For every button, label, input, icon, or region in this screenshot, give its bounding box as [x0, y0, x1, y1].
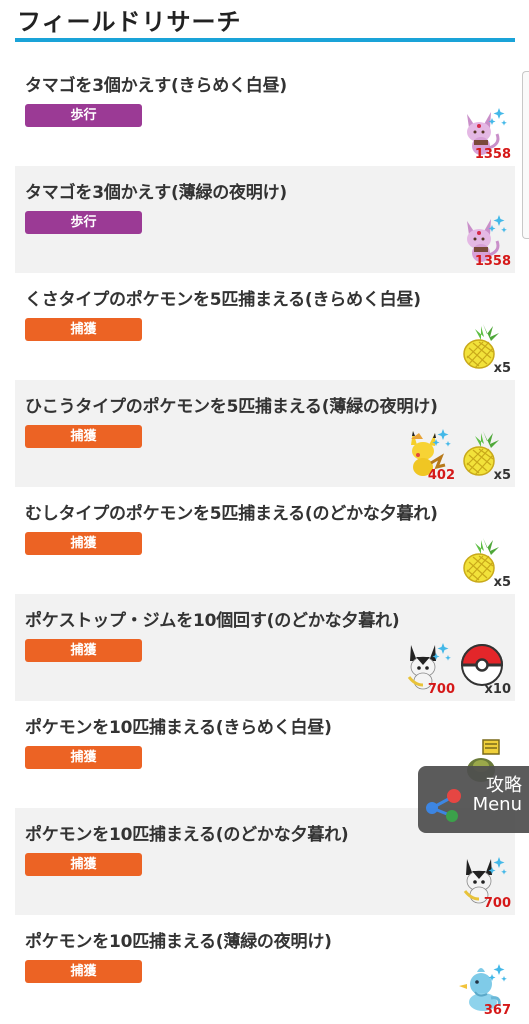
- task-title: ポケストップ・ジムを10個回す(のどかな夕暮れ): [25, 611, 400, 631]
- reward-list: x5: [457, 534, 511, 590]
- task-type-badge: 歩行: [25, 104, 142, 127]
- reward-list: 1358: [457, 213, 511, 269]
- guide-menu-label: 攻略 Menu: [473, 776, 522, 814]
- reward-list: x5: [457, 320, 511, 376]
- task-type-badge: 捕獲: [25, 960, 142, 983]
- pinap-berry-icon: x5: [457, 534, 511, 590]
- espeon-icon: 1358: [457, 213, 511, 269]
- task-type-badge: 歩行: [25, 211, 142, 234]
- reward-list: 700: [457, 855, 511, 911]
- page-header: フィールドリサーチ: [15, 0, 515, 42]
- task-type-badge: 捕獲: [25, 853, 142, 876]
- reward-count: 1358: [474, 147, 511, 162]
- task-type-badge: 捕獲: [25, 425, 142, 448]
- task-row[interactable]: ポケストップ・ジムを10個回す(のどかな夕暮れ) 捕獲 700 x10: [15, 594, 515, 701]
- reward-count: 700: [427, 682, 455, 697]
- reward-count: x5: [493, 361, 511, 376]
- guide-menu-line1: 攻略: [486, 775, 522, 796]
- task-title: むしタイプのポケモンを5匹捕まえる(のどかな夕暮れ): [25, 504, 438, 524]
- task-type-badge: 捕獲: [25, 318, 142, 341]
- task-type-badge: 捕獲: [25, 639, 142, 662]
- reward-count: x10: [484, 682, 511, 697]
- task-row[interactable]: タマゴを3個かえす(きらめく白昼) 歩行 1358: [15, 59, 515, 166]
- reward-list: 1358: [457, 106, 511, 162]
- reward-count: 367: [483, 1003, 511, 1018]
- reward-list: 367: [457, 962, 511, 1018]
- reward-list: 700 x10: [401, 641, 511, 697]
- emolga-icon: 700: [457, 855, 511, 911]
- task-list: タマゴを3個かえす(きらめく白昼) 歩行 1358 タマゴを3個かえす(薄緑の夜…: [15, 59, 515, 1022]
- guide-menu-line2: Menu: [472, 794, 522, 815]
- share-nodes-icon: [426, 789, 461, 822]
- task-row[interactable]: ひこうタイプのポケモンを5匹捕まえる(薄緑の夜明け) 捕獲 402 x5: [15, 380, 515, 487]
- task-title: タマゴを3個かえす(きらめく白昼): [25, 76, 287, 96]
- task-type-badge: 捕獲: [25, 532, 142, 555]
- reward-count: 700: [483, 896, 511, 911]
- reward-list: 402 x5: [401, 427, 511, 483]
- emolga-icon: 700: [401, 641, 455, 697]
- task-title: くさタイプのポケモンを5匹捕まえる(きらめく白昼): [25, 290, 421, 310]
- task-row[interactable]: くさタイプのポケモンを5匹捕まえる(きらめく白昼) 捕獲 x5: [15, 273, 515, 380]
- pikachu-icon: 402: [401, 427, 455, 483]
- reward-count: x5: [493, 468, 511, 483]
- task-row[interactable]: ポケモンを10匹捕まえる(薄緑の夜明け) 捕獲 367: [15, 915, 515, 1022]
- page-title: フィールドリサーチ: [17, 8, 242, 36]
- pinap-berry-icon: x5: [457, 320, 511, 376]
- task-title: ひこうタイプのポケモンを5匹捕まえる(薄緑の夜明け): [25, 397, 438, 417]
- task-row[interactable]: むしタイプのポケモンを5匹捕まえる(のどかな夕暮れ) 捕獲 x5: [15, 487, 515, 594]
- task-title: ポケモンを10匹捕まえる(薄緑の夜明け): [25, 932, 332, 952]
- reward-count: 402: [427, 468, 455, 483]
- task-row[interactable]: タマゴを3個かえす(薄緑の夜明け) 歩行 1358: [15, 166, 515, 273]
- reward-count: 1358: [474, 254, 511, 269]
- poke-ball-icon: x10: [457, 641, 511, 697]
- pinap-berry-icon: x5: [457, 427, 511, 483]
- side-drawer-handle[interactable]: [522, 71, 529, 239]
- guide-menu-button[interactable]: 攻略 Menu: [418, 766, 529, 833]
- task-title: ポケモンを10匹捕まえる(きらめく白昼): [25, 718, 332, 738]
- espeon-icon: 1358: [457, 106, 511, 162]
- ducklett-icon: 367: [457, 962, 511, 1018]
- task-title: タマゴを3個かえす(薄緑の夜明け): [25, 183, 287, 203]
- reward-count: x5: [493, 575, 511, 590]
- task-type-badge: 捕獲: [25, 746, 142, 769]
